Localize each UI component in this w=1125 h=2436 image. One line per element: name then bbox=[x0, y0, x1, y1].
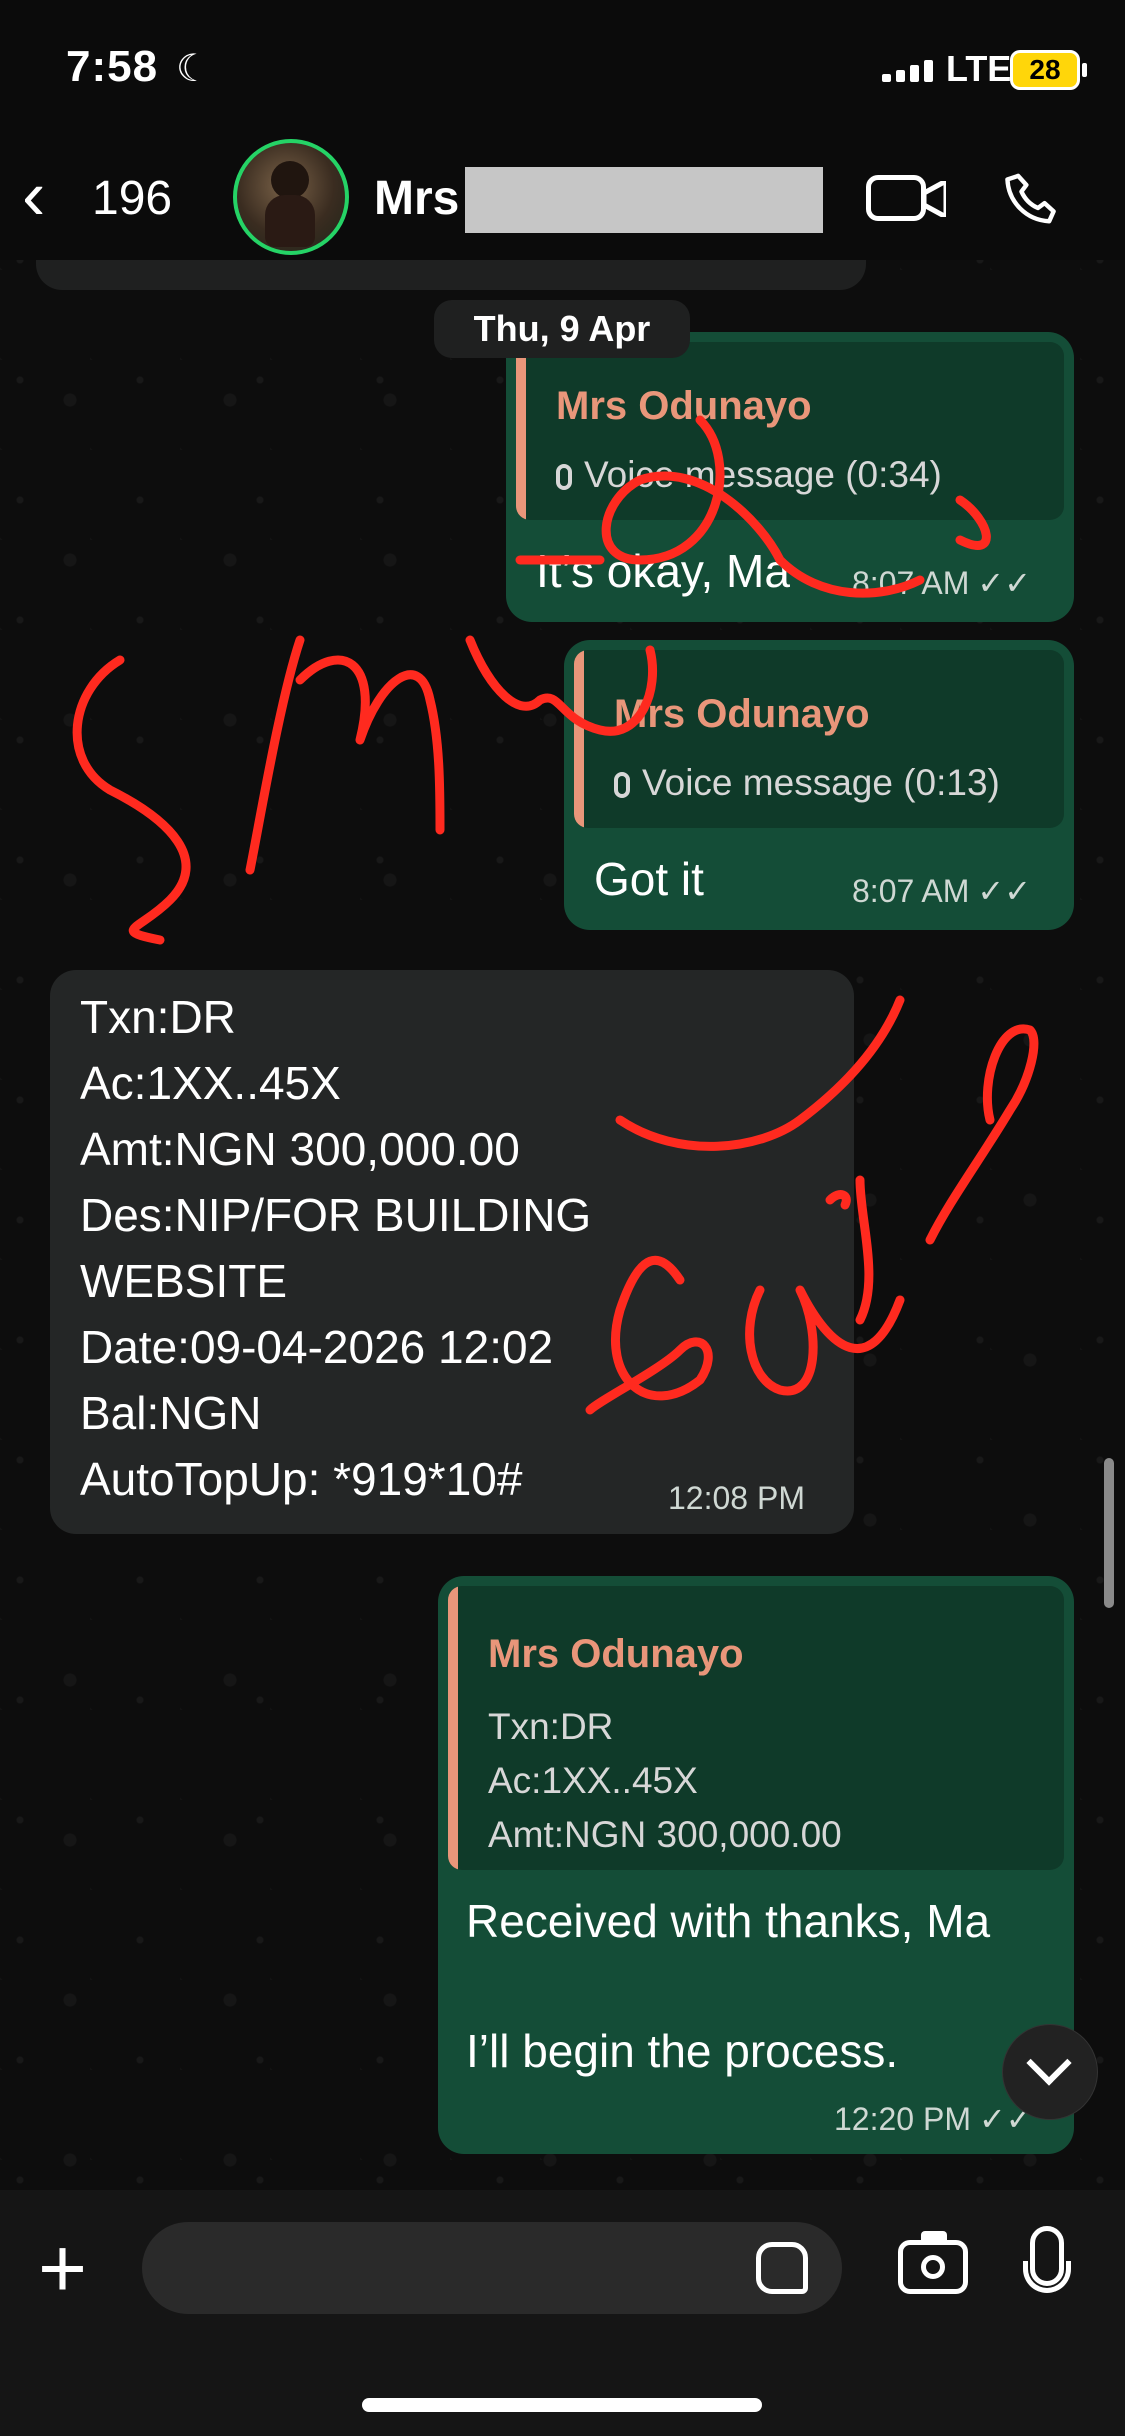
scroll-indicator[interactable] bbox=[1104, 1458, 1114, 1608]
quoted-message[interactable]: Mrs Odunayo Voice message (0:13) bbox=[574, 650, 1064, 828]
back-unread-count[interactable]: 196 bbox=[92, 171, 172, 226]
video-call-lens-icon[interactable] bbox=[924, 181, 946, 217]
message-bubble-outgoing[interactable]: Mrs Odunayo Voice message (0:13) Got it … bbox=[564, 640, 1074, 930]
contact-avatar[interactable] bbox=[233, 139, 349, 255]
message-bubble-outgoing[interactable]: Mrs Odunayo Txn:DR Ac:1XX..45X Amt:NGN 3… bbox=[438, 1576, 1074, 2154]
quoted-message[interactable]: Mrs Odunayo Voice message (0:34) bbox=[516, 342, 1064, 520]
redacted-name-block bbox=[465, 167, 823, 233]
message-text: It’s okay, Ma bbox=[536, 545, 790, 597]
quoted-voice-message: Voice message (0:34) bbox=[556, 454, 942, 496]
quoted-line: Txn:DR bbox=[488, 1706, 614, 1747]
sms-line: Date:09-04-2026 12:02 bbox=[80, 1321, 554, 1373]
status-time: 7:58 bbox=[66, 42, 159, 91]
phone-icon[interactable] bbox=[1000, 169, 1066, 235]
moon-icon: ☾ bbox=[176, 48, 211, 90]
message-bubble-incoming[interactable]: Txn:DR Ac:1XX..45X Amt:NGN 300,000.00 De… bbox=[50, 970, 854, 1534]
quoted-line: Amt:NGN 300,000.00 bbox=[488, 1814, 842, 1855]
message-input[interactable] bbox=[142, 2222, 842, 2314]
signal-icon bbox=[882, 58, 934, 82]
quoted-sender: Mrs Odunayo bbox=[614, 692, 870, 736]
message-time: 8:07 AM ✓✓ bbox=[852, 565, 1032, 601]
chat-header: ‹ 196 Mrs bbox=[0, 135, 1125, 260]
sms-line: Ac:1XX..45X bbox=[80, 1057, 341, 1109]
chevron-down-icon bbox=[1026, 2040, 1072, 2086]
sms-line: Amt:NGN 300,000.00 bbox=[80, 1123, 520, 1175]
home-indicator bbox=[362, 2398, 762, 2412]
double-check-icon: ✓✓ bbox=[977, 565, 1032, 601]
quoted-message[interactable]: Mrs Odunayo Txn:DR Ac:1XX..45X Amt:NGN 3… bbox=[448, 1586, 1064, 1870]
sticker-icon[interactable] bbox=[756, 2242, 808, 2294]
plus-icon[interactable]: + bbox=[38, 2226, 87, 2310]
video-call-icon[interactable] bbox=[866, 175, 926, 221]
mic-icon bbox=[556, 464, 572, 491]
mic-icon[interactable] bbox=[1023, 2226, 1071, 2293]
message-time: 12:20 PM ✓✓ bbox=[834, 2101, 1033, 2137]
status-bar: 7:58 ☾ LTE 28 bbox=[0, 0, 1125, 135]
double-check-icon: ✓✓ bbox=[977, 873, 1032, 909]
sms-line: Txn:DR bbox=[80, 991, 236, 1043]
mic-icon bbox=[614, 772, 630, 799]
scroll-to-bottom-button[interactable] bbox=[1002, 2024, 1098, 2120]
quoted-voice-message: Voice message (0:13) bbox=[614, 762, 1000, 804]
message-text: Got it bbox=[594, 853, 704, 905]
quoted-sender: Mrs Odunayo bbox=[556, 384, 812, 428]
sms-line: WEBSITE bbox=[80, 1255, 288, 1307]
message-time: 8:07 AM ✓✓ bbox=[852, 873, 1032, 909]
date-separator: Thu, 9 Apr bbox=[434, 300, 690, 358]
quoted-line: Ac:1XX..45X bbox=[488, 1760, 698, 1801]
chevron-left-icon[interactable]: ‹ bbox=[22, 160, 45, 230]
sms-line: AutoTopUp: *919*10# bbox=[80, 1453, 523, 1505]
battery-icon: 28 bbox=[1010, 50, 1087, 90]
message-bubble-outgoing[interactable]: Mrs Odunayo Voice message (0:34) It’s ok… bbox=[506, 332, 1074, 622]
camera-icon[interactable] bbox=[898, 2231, 968, 2294]
quoted-sender: Mrs Odunayo bbox=[488, 1632, 744, 1676]
contact-name[interactable]: Mrs bbox=[374, 171, 459, 226]
network-label: LTE bbox=[946, 48, 1012, 89]
message-text: Received with thanks, Ma bbox=[466, 1895, 991, 1947]
sms-line: Bal:NGN bbox=[80, 1387, 262, 1439]
sms-line: Des:NIP/FOR BUILDING bbox=[80, 1189, 592, 1241]
message-time: 12:08 PM bbox=[668, 1480, 805, 1516]
message-text: I’ll begin the process. bbox=[466, 2025, 899, 2077]
